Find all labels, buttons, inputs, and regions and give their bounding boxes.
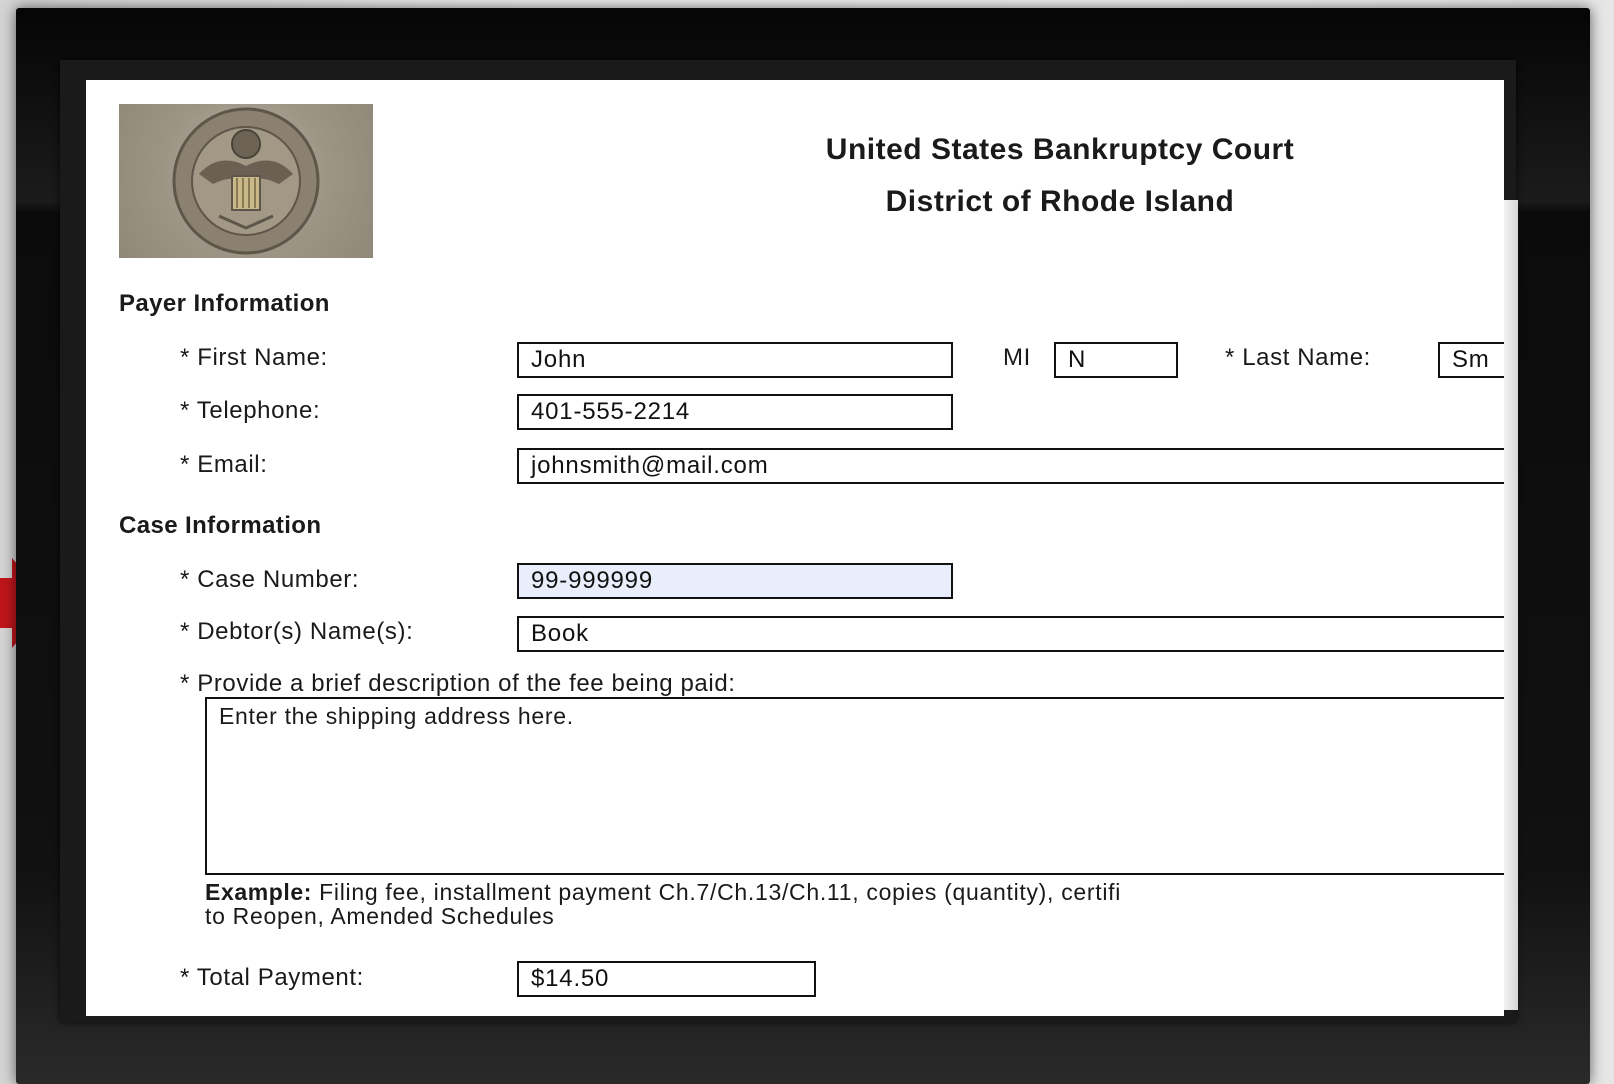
court-district: District of Rhode Island — [885, 185, 1235, 218]
telephone-label: * Telephone: — [180, 397, 321, 424]
mi-field[interactable]: N — [1054, 342, 1178, 378]
court-seal-icon — [119, 104, 373, 258]
total-payment-label: * Total Payment: — [180, 964, 364, 991]
first-name-label: * First Name: — [180, 344, 328, 371]
payer-section-title: Payer Information — [119, 290, 330, 317]
example-label: Example: — [205, 879, 313, 905]
page-edge — [1504, 200, 1518, 1010]
last-name-label: * Last Name: — [1225, 344, 1371, 371]
example-note: Example: Filing fee, installment payment… — [205, 880, 1504, 928]
case-number-field[interactable]: 99-999999 — [517, 563, 953, 599]
telephone-field[interactable]: 401-555-2214 — [517, 394, 953, 430]
example-text-line2: to Reopen, Amended Schedules — [205, 903, 555, 929]
court-title: United States Bankruptcy Court — [825, 133, 1295, 166]
fee-description-textarea[interactable]: Enter the shipping address here. — [205, 697, 1504, 875]
form-content: United States Bankruptcy Court District … — [0, 0, 1504, 1084]
example-text-line1: Filing fee, installment payment Ch.7/Ch.… — [319, 879, 1122, 905]
mi-label: MI — [1003, 344, 1031, 371]
debtor-name-label: * Debtor(s) Name(s): — [180, 618, 414, 645]
email-label: * Email: — [180, 451, 268, 478]
email-field[interactable]: johnsmith@mail.com — [517, 448, 1504, 484]
first-name-field[interactable]: John — [517, 342, 953, 378]
debtor-name-field[interactable]: Book — [517, 616, 1504, 652]
total-payment-field[interactable]: $14.50 — [517, 961, 816, 997]
last-name-field[interactable]: Sm — [1438, 342, 1504, 378]
case-number-label: * Case Number: — [180, 566, 360, 593]
fee-description-label: * Provide a brief description of the fee… — [180, 670, 736, 697]
case-section-title: Case Information — [119, 512, 322, 539]
